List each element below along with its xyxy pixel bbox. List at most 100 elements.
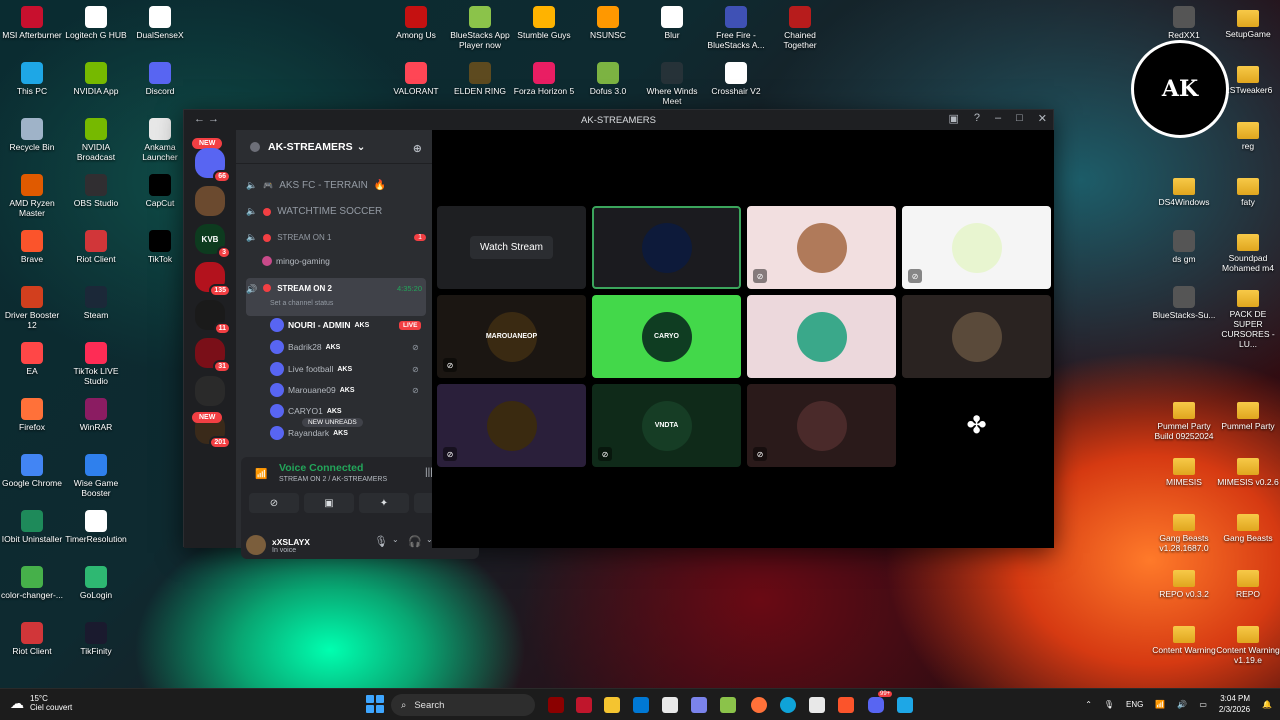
firefox-icon[interactable] <box>751 697 767 713</box>
guild-header[interactable]: AK-STREAMERS ⌄ ⊕ <box>236 130 432 164</box>
headphones-icon[interactable]: 🎧 <box>408 535 422 548</box>
desktop-icon[interactable]: Driver Booster 12 <box>0 286 64 330</box>
desktop-icon[interactable]: NVIDIA Broadcast <box>64 118 128 162</box>
desktop-icon[interactable]: RedXX1 <box>1152 6 1216 40</box>
voice-member[interactable]: Live football AKS <box>270 362 410 376</box>
channel-status[interactable]: Set a channel status <box>270 300 333 307</box>
desktop-icon[interactable]: Free Fire - BlueStacks A... <box>704 6 768 50</box>
desktop-icon[interactable]: Crosshair V2 <box>704 62 768 96</box>
server-icon[interactable]: KVB 3 <box>195 224 231 259</box>
desktop-icon[interactable]: ELDEN RING <box>448 62 512 96</box>
server-icon[interactable]: 135 <box>195 262 231 297</box>
participant-tile[interactable] <box>592 206 741 289</box>
voice-member[interactable]: Marouane09 AKS <box>270 383 410 397</box>
file-explorer-icon[interactable] <box>604 697 620 713</box>
taskbar-app-icon[interactable] <box>576 697 592 713</box>
desktop-icon[interactable]: TikTok LIVE Studio <box>64 342 128 386</box>
server-icon[interactable] <box>195 186 225 216</box>
desktop-icon[interactable]: ds gm <box>1152 230 1216 264</box>
invite-icon[interactable]: ⊕ <box>413 142 422 155</box>
voice-member[interactable]: NOURI - ADMIN AKS <box>270 318 410 332</box>
voice-member[interactable]: Rayandark AKS <box>270 426 410 440</box>
desktop-icon[interactable]: Riot Client <box>0 622 64 656</box>
inbox-icon[interactable]: ▣ <box>948 112 958 125</box>
language-indicator[interactable]: ENG <box>1126 700 1143 709</box>
capcut-icon[interactable] <box>809 697 825 713</box>
voice-connected-label[interactable]: Voice Connected <box>279 462 363 474</box>
server-icon[interactable]: 66 <box>195 148 231 183</box>
brave-icon[interactable] <box>838 697 854 713</box>
channel-aks-fc[interactable]: 🔈 🎮 AKS FC - TERRAIN 🔥 <box>246 180 426 191</box>
voice-user-mingo[interactable]: mingo-gaming <box>262 256 402 266</box>
desktop-icon[interactable]: VALORANT <box>384 62 448 96</box>
desktop-icon[interactable]: TikFinity <box>64 622 128 656</box>
desktop-icon[interactable]: Dofus 3.0 <box>576 62 640 96</box>
desktop-icon[interactable]: Steam <box>64 286 128 320</box>
participant-tile[interactable]: VNDTA ⊘ <box>592 384 741 467</box>
desktop-icon[interactable]: REPO v0.3.2 <box>1152 566 1216 599</box>
desktop-icon[interactable]: Gang Beasts <box>1216 510 1280 543</box>
desktop-icon[interactable]: Pummel Party Build 09252024 <box>1152 398 1216 441</box>
bluestacks-icon[interactable] <box>720 697 736 713</box>
back-forward-icon[interactable]: ← → <box>194 113 219 125</box>
microphone-icon[interactable]: 🎙 <box>374 535 388 548</box>
desktop-icon[interactable]: DualSenseX <box>128 6 192 40</box>
desktop-icon[interactable]: SetupGame <box>1216 6 1280 39</box>
store-icon[interactable] <box>662 697 678 713</box>
screen-share-button[interactable]: ▣ <box>304 493 354 513</box>
desktop-icon[interactable]: IObit Uninstaller <box>0 510 64 544</box>
voice-channel-path[interactable]: STREAM ON 2 / AK-STREAMERS <box>279 476 387 483</box>
desktop-icon[interactable]: NVIDIA App <box>64 62 128 96</box>
desktop-icon[interactable]: This PC <box>0 62 64 96</box>
participant-tile[interactable] <box>747 295 896 378</box>
desktop-icon[interactable]: color-changer-... <box>0 566 64 600</box>
voice-member[interactable]: Badrik28 AKS <box>270 340 410 354</box>
desktop-icon[interactable]: Forza Horizon 5 <box>512 62 576 96</box>
desktop-icon[interactable]: MIMESIS v0.2.6 <box>1216 454 1280 487</box>
weather-widget[interactable]: ☁ 15°C Ciel couvert <box>10 694 72 712</box>
desktop-icon[interactable]: Where Winds Meet <box>640 62 704 106</box>
participant-tile[interactable]: ⊘ <box>437 384 586 467</box>
desktop-icon[interactable]: Firefox <box>0 398 64 432</box>
teams-icon[interactable] <box>691 697 707 713</box>
channel-stream-on-1[interactable]: 🔈 STREAM ON 1 1 <box>246 232 426 243</box>
start-button[interactable] <box>366 695 384 713</box>
activities-button[interactable]: ✦ <box>359 493 409 513</box>
outlook-icon[interactable] <box>633 697 649 713</box>
desktop-icon[interactable]: Chained Together <box>768 6 832 50</box>
participant-tile[interactable] <box>902 295 1051 378</box>
volume-icon[interactable]: 🔊 <box>1177 700 1187 709</box>
desktop-icon[interactable]: REPO <box>1216 566 1280 599</box>
participant-tile[interactable]: MAROUANEOP ⊘ <box>437 295 586 378</box>
activity-tile[interactable]: ✤ <box>902 384 1051 467</box>
desktop-icon[interactable]: Blur <box>640 6 704 40</box>
desktop-icon[interactable]: BlueStacks-Su... <box>1152 286 1216 320</box>
participant-tile[interactable]: ⊘ <box>902 206 1051 289</box>
desktop-icon[interactable]: AMD Ryzen Master <box>0 174 64 218</box>
desktop-icon[interactable]: Stumble Guys <box>512 6 576 40</box>
desktop-icon[interactable]: DS4Windows <box>1152 174 1216 207</box>
desktop-icon[interactable]: PACK DE SUPER CURSORES - LU... <box>1216 286 1280 349</box>
server-icon[interactable]: 31 <box>195 338 231 373</box>
participant-tile[interactable]: ⊘ <box>747 206 896 289</box>
desktop-icon[interactable]: Discord <box>128 62 192 96</box>
close-button[interactable]: ✕ <box>1038 112 1047 125</box>
voice-member[interactable]: CARYO1 AKS <box>270 404 410 418</box>
participant-tile[interactable]: CARYO <box>592 295 741 378</box>
desktop-icon[interactable]: Soundpad Mohamed m4 <box>1216 230 1280 273</box>
channel-stream-on-2[interactable]: 🔊 STREAM ON 2 4:35:20 <box>246 278 426 316</box>
desktop-icon[interactable]: MSI Afterburner <box>0 6 64 40</box>
minimize-button[interactable]: – <box>995 112 1001 125</box>
desktop-icon[interactable]: TimerResolution <box>64 510 128 544</box>
server-icon[interactable]: 11 <box>195 300 231 335</box>
desktop-icon[interactable]: Recycle Bin <box>0 118 64 152</box>
notification-icon[interactable]: 🔔 <box>1262 700 1272 709</box>
participant-tile[interactable]: ⊘ <box>747 384 896 467</box>
clock[interactable]: 3:04 PM 2/3/2026 <box>1219 693 1250 715</box>
desktop-icon[interactable]: Wise Game Booster <box>64 454 128 498</box>
new-pill-bottom[interactable]: NEW <box>192 412 223 423</box>
edge-icon[interactable] <box>780 697 796 713</box>
desktop-icon[interactable]: GoLogin <box>64 566 128 600</box>
desktop-icon[interactable]: Logitech G HUB <box>64 6 128 40</box>
desktop-icon[interactable]: Riot Client <box>64 230 128 264</box>
